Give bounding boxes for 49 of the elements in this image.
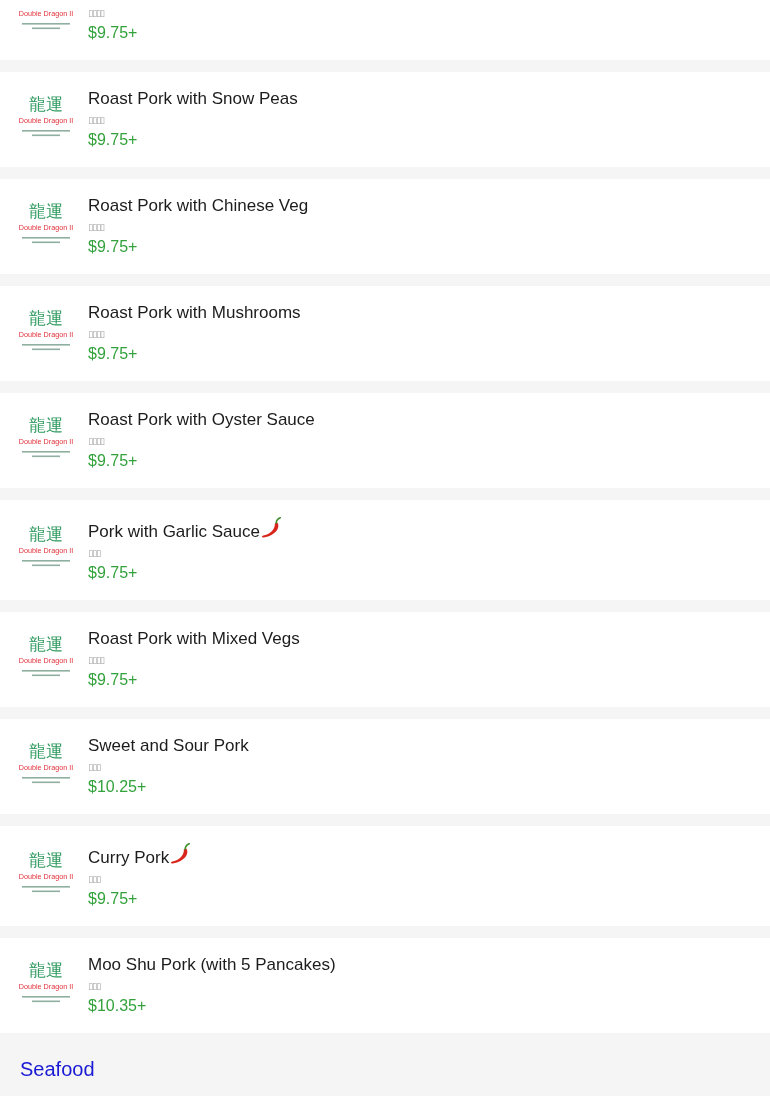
price: $9.75+ — [88, 23, 138, 43]
fine-print-drawing — [20, 669, 72, 677]
dish-name: Pork with Garlic Sauce — [88, 522, 260, 542]
logo-mark: 龍運 — [29, 306, 63, 329]
logo-mark: 龍運 — [29, 413, 63, 436]
price: $9.75+ — [88, 670, 138, 690]
secondary-name: ▯▯▯ — [88, 761, 100, 774]
price: $10.25+ — [88, 777, 147, 797]
price: $9.75+ — [88, 451, 138, 471]
price: $9.75+ — [88, 563, 138, 583]
logo-mark: 龍運 — [29, 849, 63, 871]
dish-name: Curry Pork — [88, 848, 170, 868]
logo-mark: 龍運 — [29, 739, 63, 762]
dish-name: Roast Pork with Snow Peas — [88, 89, 298, 109]
secondary-name: ▯▯▯▯ — [88, 654, 104, 667]
secondary-name: ▯▯▯▯ — [88, 114, 104, 127]
dish-name: Roast Pork with Oyster Sauce — [88, 410, 315, 430]
fine-print-drawing — [20, 450, 72, 458]
dish-name: Sweet and Sour Pork — [88, 736, 249, 756]
logo-mark: 龍運 — [29, 958, 63, 981]
dish-name: Moo Shu Pork (with 5 Pancakes) — [88, 955, 336, 975]
fine-print-drawing — [20, 776, 72, 784]
fine-print-drawing — [20, 343, 72, 351]
section-heading: Seafood — [20, 1057, 95, 1081]
secondary-name: ▯▯▯ — [88, 873, 100, 886]
fine-print-drawing — [20, 236, 72, 244]
logo-mark: 龍運 — [29, 523, 63, 545]
logo-mark: 龍運 — [29, 199, 63, 222]
price: $9.75+ — [88, 130, 138, 150]
fine-print-drawing — [20, 886, 72, 893]
price: $10.35+ — [88, 996, 147, 1016]
secondary-name: ▯▯▯▯ — [88, 7, 104, 20]
fine-print-drawing — [20, 22, 72, 30]
fine-print-drawing — [20, 129, 72, 137]
price: $9.75+ — [88, 889, 138, 909]
price: $9.75+ — [88, 344, 138, 364]
secondary-name: ▯▯▯▯ — [88, 328, 104, 341]
dish-name: Roast Pork with Mixed Vegs — [88, 629, 300, 649]
fine-print-drawing — [20, 995, 72, 1003]
secondary-name: ▯▯▯ — [88, 980, 100, 993]
price: $9.75+ — [88, 237, 138, 257]
logo-mark: 龍運 — [29, 632, 63, 655]
fine-print-drawing — [20, 560, 72, 567]
secondary-name: ▯▯▯▯ — [88, 221, 104, 234]
secondary-name: ▯▯▯▯ — [88, 435, 104, 448]
secondary-name: ▯▯▯ — [88, 547, 100, 560]
dish-name: Roast Pork with Chinese Veg — [88, 196, 309, 216]
logo-mark: 龍運 — [29, 92, 63, 115]
dish-name: Roast Pork with Mushrooms — [88, 303, 301, 323]
